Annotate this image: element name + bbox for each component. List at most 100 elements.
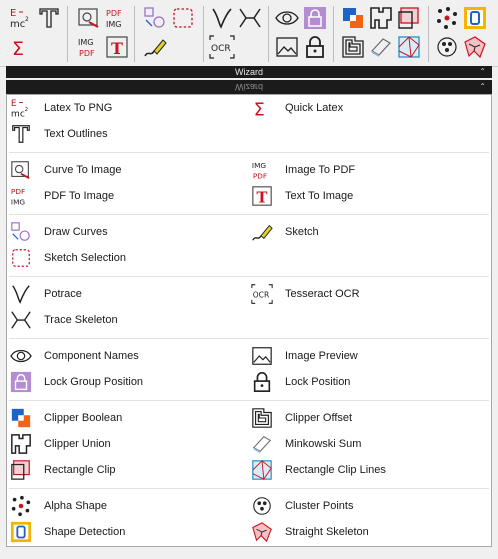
menu-item-image-preview[interactable]: Image Preview [251, 345, 358, 367]
rectangle-clip-lines-tool[interactable] [396, 34, 422, 60]
menu-item-clipper-boolean[interactable]: Clipper Boolean [10, 407, 122, 429]
straight-skeleton-icon [251, 521, 273, 543]
lock-icon [306, 36, 324, 58]
straight-skeleton-icon [464, 36, 486, 59]
quick-latex-tool[interactable]: Σ [8, 34, 34, 60]
toolbar-group-lock [274, 5, 328, 63]
sketch-icon [251, 221, 273, 243]
svg-text:OCR: OCR [253, 290, 270, 299]
sigma-icon: Σ [251, 97, 273, 119]
ocr-icon: OCR [251, 283, 273, 305]
rectangle-clip-tool[interactable] [396, 5, 422, 31]
menu-item-label: Image To PDF [285, 164, 356, 176]
menu-item-component-names[interactable]: Component Names [10, 345, 139, 367]
menu-item-straight-skeleton[interactable]: Straight Skeleton [251, 521, 369, 543]
menu-item-rectangle-clip[interactable]: Rectangle Clip [10, 459, 116, 481]
menu-item-quick-latex[interactable]: Σ Quick Latex [251, 97, 343, 119]
shape-detection-tool[interactable] [462, 5, 488, 31]
lock-position-tool[interactable] [302, 34, 328, 60]
draw-curves-tool[interactable] [142, 5, 168, 31]
wizard-dropdown-menu: E mc 2 Latex To PNG Σ Quick Latex Text O… [6, 94, 492, 547]
clipper-boolean-tool[interactable] [340, 5, 366, 31]
lock-group-icon [304, 7, 326, 29]
expand-arrow-icon[interactable]: ⌃ [479, 66, 486, 78]
sketch-selection-tool[interactable] [170, 5, 196, 31]
tesseract-ocr-tool[interactable]: OCR [209, 34, 235, 60]
menu-item-clipper-offset[interactable]: Clipper Offset [251, 407, 352, 429]
curve-to-image-tool[interactable] [76, 5, 102, 31]
potrace-icon [10, 283, 32, 305]
group-title: Wizard [234, 67, 263, 77]
alpha-shape-tool[interactable] [434, 5, 460, 31]
svg-text:2: 2 [25, 16, 29, 23]
menu-separator [9, 214, 489, 215]
image-to-pdf-tool[interactable]: IMG PDF [76, 34, 102, 60]
image-preview-tool[interactable] [274, 34, 300, 60]
sketch-icon [144, 39, 167, 57]
menu-separator [9, 400, 489, 401]
svg-text:Σ: Σ [12, 38, 24, 59]
menu-item-label: Curve To Image [44, 164, 122, 176]
component-names-tool[interactable] [274, 5, 300, 31]
text-to-image-tool[interactable]: T [104, 34, 130, 60]
collapse-arrow-icon[interactable]: ⌃ [479, 80, 486, 94]
pdf-to-image-tool[interactable]: PDF IMG [104, 5, 130, 31]
menu-item-alpha-shape[interactable]: Alpha Shape [10, 495, 107, 517]
menu-item-latex-to-png[interactable]: E mc 2 Latex To PNG [10, 97, 112, 119]
menu-item-text-to-image[interactable]: T Text To Image [251, 185, 353, 207]
clipper-union-icon [370, 7, 392, 29]
menu-item-sketch-selection[interactable]: Sketch Selection [10, 247, 126, 269]
clipper-union-tool[interactable] [368, 5, 394, 31]
toolbar-separator [203, 6, 204, 62]
minkowski-icon [251, 433, 273, 455]
sketch-selection-icon [173, 8, 193, 28]
minkowski-icon [371, 38, 391, 57]
menu-item-label: Alpha Shape [44, 500, 107, 512]
menu-item-image-to-pdf[interactable]: IMG PDF Image To PDF [251, 159, 355, 181]
menu-item-potrace[interactable]: Potrace [10, 283, 82, 305]
menu-item-label: Quick Latex [285, 102, 344, 114]
sketch-tool[interactable] [142, 34, 168, 60]
menu-item-cluster-points[interactable]: Cluster Points [251, 495, 353, 517]
menu-item-rectangle-clip-lines[interactable]: Rectangle Clip Lines [251, 459, 386, 481]
menu-item-label: Potrace [44, 288, 82, 300]
trace-skeleton-tool[interactable] [237, 5, 263, 31]
sketch-selection-icon [10, 247, 32, 269]
toolbar: E mc 2 Σ IMG PDF PDF IMG T OCR [0, 0, 498, 67]
menu-item-label: Text To Image [285, 190, 354, 202]
cluster-points-tool[interactable] [434, 34, 460, 60]
menu-item-curve-to-image[interactable]: Curve To Image [10, 159, 121, 181]
menu-item-label: Text Outlines [44, 128, 108, 140]
cluster-points-icon [251, 495, 273, 517]
draw-curves-icon [144, 7, 165, 28]
skeleton-icon [10, 309, 32, 331]
straight-skeleton-tool[interactable] [462, 34, 488, 60]
toolbar-group-label[interactable]: Wizard ⌃ [6, 66, 492, 78]
menu-item-pdf-to-image[interactable]: PDF IMG PDF To Image [10, 185, 114, 207]
menu-item-lock-position[interactable]: Lock Position [251, 371, 350, 393]
menu-item-clipper-union[interactable]: Clipper Union [10, 433, 111, 455]
menu-item-text-outlines[interactable]: Text Outlines [10, 123, 108, 145]
rectangle-clip-lines-icon [398, 36, 420, 58]
text-outlines-tool[interactable] [36, 5, 62, 31]
potrace-tool[interactable] [209, 5, 235, 31]
minkowski-sum-tool[interactable] [368, 34, 394, 60]
alpha-shape-icon [437, 7, 457, 29]
eye-icon [275, 11, 299, 25]
menu-item-lock-group-position[interactable]: Lock Group Position [10, 371, 143, 393]
svg-text:mc: mc [11, 108, 25, 119]
menu-item-trace-skeleton[interactable]: Trace Skeleton [10, 309, 118, 331]
menu-item-shape-detection[interactable]: Shape Detection [10, 521, 125, 543]
menu-item-tesseract-ocr[interactable]: OCR Tesseract OCR [251, 283, 360, 305]
menu-item-draw-curves[interactable]: Draw Curves [10, 221, 108, 243]
rectangle-clip-icon [10, 459, 32, 481]
menu-item-label: Latex To PNG [44, 102, 113, 114]
toolbar-separator [268, 6, 269, 62]
toolbar-separator [67, 6, 68, 62]
toolbar-group-trace: OCR [209, 5, 263, 63]
clipper-offset-tool[interactable] [340, 34, 366, 60]
latex-to-png-tool[interactable]: E mc 2 [8, 5, 34, 31]
menu-item-sketch[interactable]: Sketch [251, 221, 319, 243]
menu-item-minkowski-sum[interactable]: Minkowski Sum [251, 433, 361, 455]
lock-group-position-tool[interactable] [302, 5, 328, 31]
